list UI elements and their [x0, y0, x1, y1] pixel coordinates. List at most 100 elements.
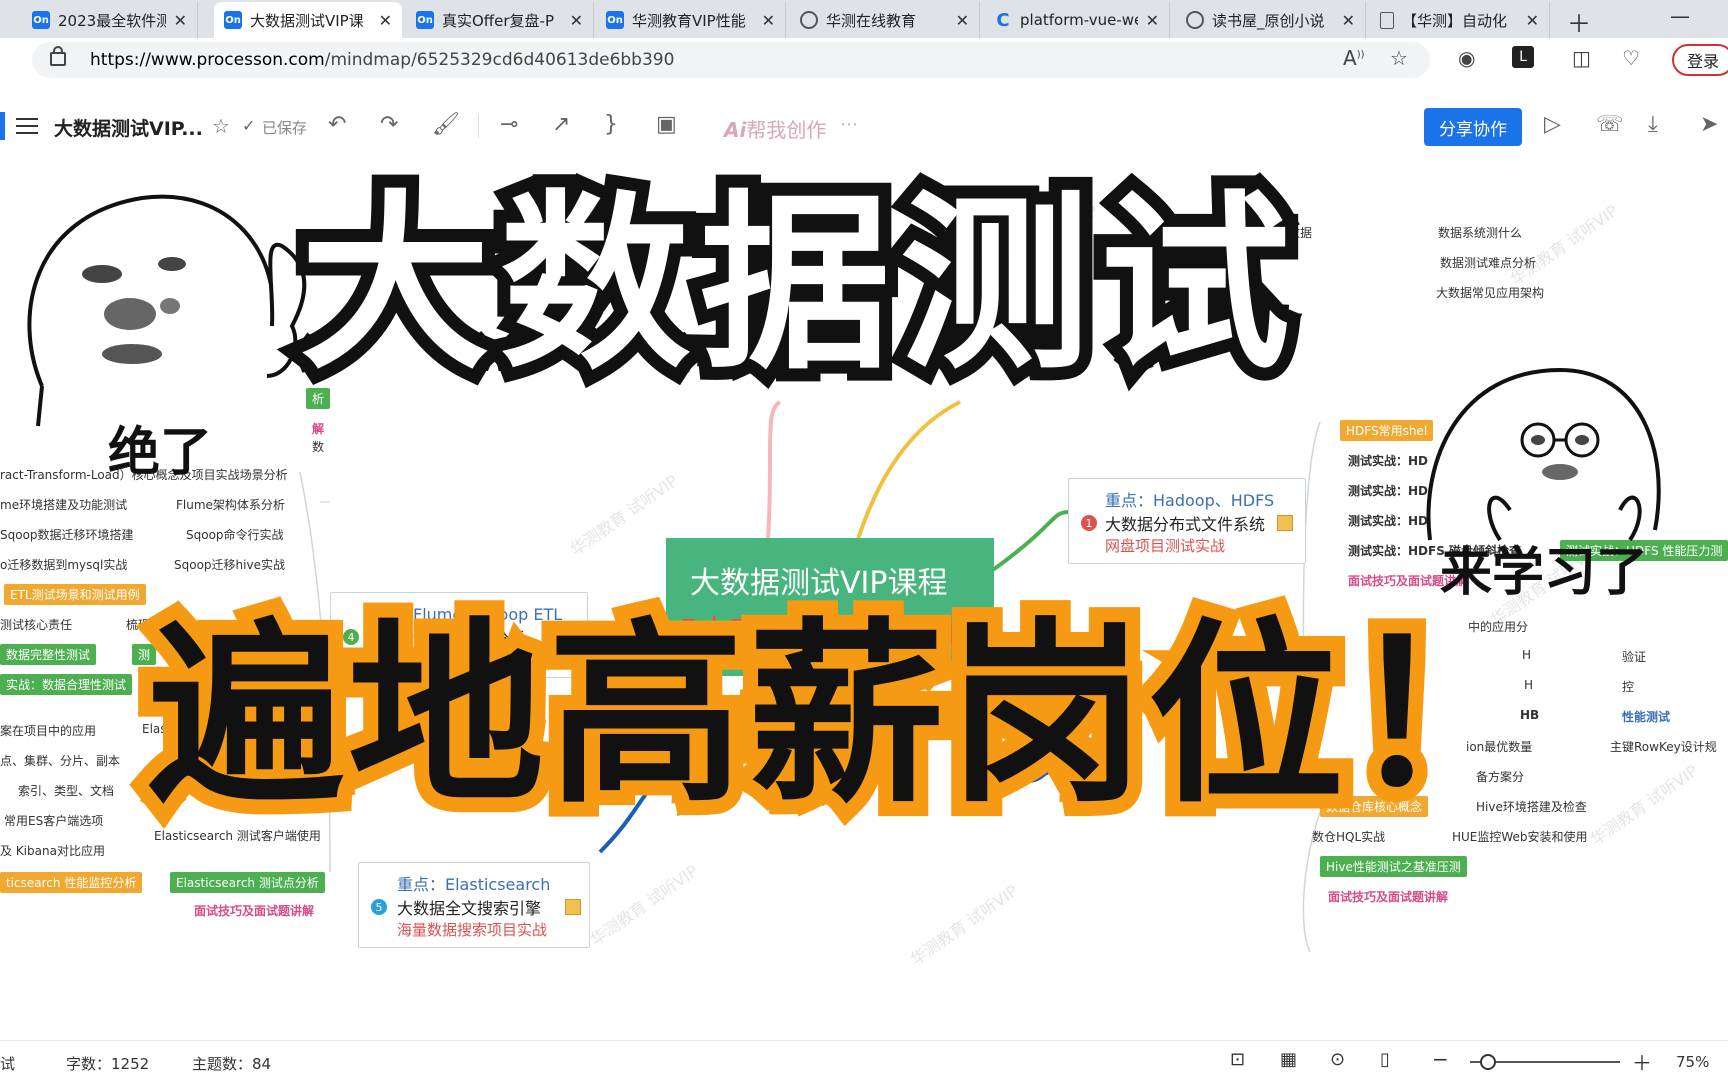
topic-item[interactable]: Sqoop命令行实战 — [186, 526, 284, 543]
extension-circle-icon[interactable]: ◉ — [1458, 46, 1475, 70]
star-icon[interactable]: ☆ — [212, 114, 230, 138]
topic-item[interactable]: 测试实战：HD — [1348, 452, 1428, 469]
locate-icon[interactable]: ⊙ — [1330, 1049, 1345, 1070]
saved-check-icon: ✓ — [242, 116, 256, 135]
tab-4[interactable]: 华测在线教育 ✕ — [790, 2, 980, 38]
note-icon[interactable] — [1277, 515, 1293, 531]
mode-label[interactable]: 试 — [0, 1053, 15, 1074]
connector-icon[interactable]: ⊸ — [500, 112, 518, 137]
topic-node-5[interactable]: 重点：Elasticsearch 5 大数据全文搜索引擎 海量数据搜索项目实战 — [358, 862, 590, 948]
topic-item[interactable]: 性能测试 — [1622, 708, 1670, 725]
close-icon[interactable]: ✕ — [379, 11, 392, 30]
tab-5[interactable]: C platform-vue-we ✕ — [984, 2, 1170, 38]
tab-0[interactable]: On 2023最全软件测 ✕ — [22, 2, 198, 38]
more-options-icon[interactable]: ⋯ — [840, 114, 858, 135]
zoom-in-icon[interactable]: ＋ — [1632, 1047, 1652, 1076]
presentation-icon[interactable]: ▷ — [1544, 112, 1561, 137]
status-bar: 试 字数：1252 主题数：84 ⊡ ▦ ⊙ ▯ − ＋ 75% — [0, 1040, 1728, 1081]
arrow-line-icon[interactable]: ↗ — [552, 112, 570, 137]
menu-hamburger-icon[interactable] — [16, 118, 38, 134]
topic-item[interactable]: HUE监控Web安装和使用 — [1452, 828, 1588, 845]
topic-item[interactable]: 数仓HQL实战 — [1312, 828, 1385, 845]
topic-item[interactable]: Flume架构体系分析 — [176, 496, 285, 513]
topic-tag[interactable]: 数据完整性测试 — [0, 644, 97, 665]
topic-item[interactable]: 案在项目中的应用 — [0, 722, 96, 739]
lock-icon[interactable] — [50, 46, 66, 66]
topic-item[interactable]: 及 Kibana对比应用 — [0, 842, 105, 859]
close-icon[interactable]: ✕ — [1526, 11, 1539, 30]
topic-item[interactable]: Sqoop数据迁移环境搭建 — [0, 526, 134, 543]
extension-l-icon[interactable]: L — [1512, 46, 1534, 68]
close-icon[interactable]: ✕ — [174, 11, 187, 30]
topic-item[interactable]: 数据测试难点分析 — [1440, 254, 1536, 271]
topic-item[interactable]: 面试技巧及面试题讲解 — [1328, 888, 1448, 905]
topic-tag[interactable]: ticsearch 性能监控分析 — [0, 872, 143, 893]
topic-item[interactable]: 测试实战：HD — [1348, 482, 1428, 499]
topic-item[interactable]: 索引、类型、文档 — [18, 782, 114, 799]
c-logo-icon: C — [996, 9, 1010, 31]
topic-tag[interactable]: 实战：数据合理性测试 — [0, 674, 133, 695]
topic-item[interactable]: 控 — [1622, 678, 1634, 695]
ai-assist-button[interactable]: Ai帮我创作 — [724, 114, 826, 143]
topic-item[interactable]: 点、集群、分片、副本 — [0, 752, 120, 769]
health-heart-icon[interactable]: ♡ — [1622, 46, 1640, 70]
topic-tag[interactable]: Elasticsearch 测试点分析 — [170, 872, 325, 893]
close-icon[interactable]: ✕ — [762, 11, 775, 30]
node-number: 5 — [371, 899, 387, 915]
close-icon[interactable]: ✕ — [956, 11, 969, 30]
topic-item[interactable]: o迁移数据到mysql实战 — [0, 556, 127, 573]
close-icon[interactable]: ✕ — [1146, 11, 1159, 30]
topic-item[interactable]: 面试技巧及面试题讲解 — [194, 902, 314, 919]
tab-2[interactable]: On 真实Offer复盘-P ✕ — [406, 2, 594, 38]
url-field[interactable]: https://www.processon.com/mindmap/652532… — [32, 42, 1430, 78]
window-minimize-icon[interactable]: — — [1670, 4, 1690, 28]
tab-title: 大数据测试VIP课 — [250, 11, 364, 30]
zoom-level[interactable]: 75% — [1676, 1053, 1709, 1071]
topic-item[interactable]: 验证 — [1622, 648, 1646, 665]
topic-fragment[interactable]: 数 — [312, 438, 324, 455]
frame-box-icon[interactable]: ▣ — [656, 112, 677, 137]
fit-screen-icon[interactable]: ⊡ — [1230, 1049, 1245, 1070]
topic-tag[interactable]: Hive性能测试之基准压测 — [1320, 856, 1467, 877]
close-icon[interactable]: ✕ — [1342, 11, 1355, 30]
download-icon[interactable]: ⤓ — [1648, 112, 1658, 137]
node-body: 大数据全文搜索引擎 — [397, 899, 542, 918]
topic-item[interactable]: me环境搭建及功能测试 — [0, 496, 127, 513]
tab-7[interactable]: 【华测】自动化 ✕ — [1370, 2, 1550, 38]
new-tab-plus-icon[interactable]: ＋ — [1567, 4, 1591, 39]
format-painter-icon[interactable]: 🖌 — [432, 112, 460, 137]
central-topic-title: 大数据测试VIP课程 — [690, 566, 948, 601]
redo-icon[interactable]: ↷ — [380, 112, 398, 137]
document-title[interactable]: 大数据测试VIP... — [54, 114, 203, 141]
login-button[interactable]: 登录 — [1672, 44, 1728, 76]
topic-item[interactable]: 主键RowKey设计规 — [1610, 738, 1717, 755]
topic-fragment[interactable]: 解 — [312, 420, 324, 437]
phone-icon[interactable]: ☏ — [1596, 112, 1624, 137]
tab-1-active[interactable]: On 大数据测试VIP课 ✕ — [214, 2, 402, 38]
topic-item[interactable]: 测试实战：HD — [1348, 512, 1428, 529]
zoom-out-icon[interactable]: − — [1432, 1047, 1449, 1071]
layout-icon[interactable]: ▦ — [1280, 1049, 1297, 1070]
favorite-star-icon[interactable]: ☆ — [1390, 46, 1408, 70]
note-icon[interactable] — [565, 899, 581, 915]
topic-item[interactable]: 测试核心责任 — [0, 616, 72, 633]
read-aloud-icon[interactable]: A)) — [1343, 46, 1365, 70]
overlay-subtitle: 遍地高薪岗位！ — [133, 602, 1559, 830]
close-icon[interactable]: ✕ — [570, 11, 583, 30]
tab-6[interactable]: 读书屋_原创小说 ✕ — [1176, 2, 1366, 38]
topic-item[interactable]: 数据系统测什么 — [1438, 224, 1522, 241]
send-icon[interactable]: ➤ — [1700, 112, 1718, 137]
tab-3[interactable]: On 华测教育VIP性能 ✕ — [596, 2, 786, 38]
undo-icon[interactable]: ↶ — [328, 112, 346, 137]
topic-tag[interactable]: ETL测试场景和测试用例 — [4, 584, 146, 605]
share-collaborate-button[interactable]: 分享协作 — [1424, 108, 1522, 146]
topic-item[interactable]: Sqoop迁移hive实战 — [174, 556, 285, 573]
split-screen-icon[interactable]: ◫ — [1572, 46, 1591, 70]
summary-brace-icon[interactable]: } — [604, 112, 618, 137]
topic-item[interactable]: 常用ES客户端选项 — [4, 812, 103, 829]
zoom-slider-handle[interactable] — [1480, 1054, 1496, 1070]
tab-favicon-icon: On — [32, 11, 50, 29]
topic-item[interactable]: 大数据常见应用架构 — [1436, 284, 1544, 301]
map-book-icon[interactable]: ▯ — [1380, 1049, 1390, 1070]
topic-node-1[interactable]: 重点：Hadoop、HDFS 1 大数据分布式文件系统 网盘项目测试实战 — [1068, 478, 1306, 564]
